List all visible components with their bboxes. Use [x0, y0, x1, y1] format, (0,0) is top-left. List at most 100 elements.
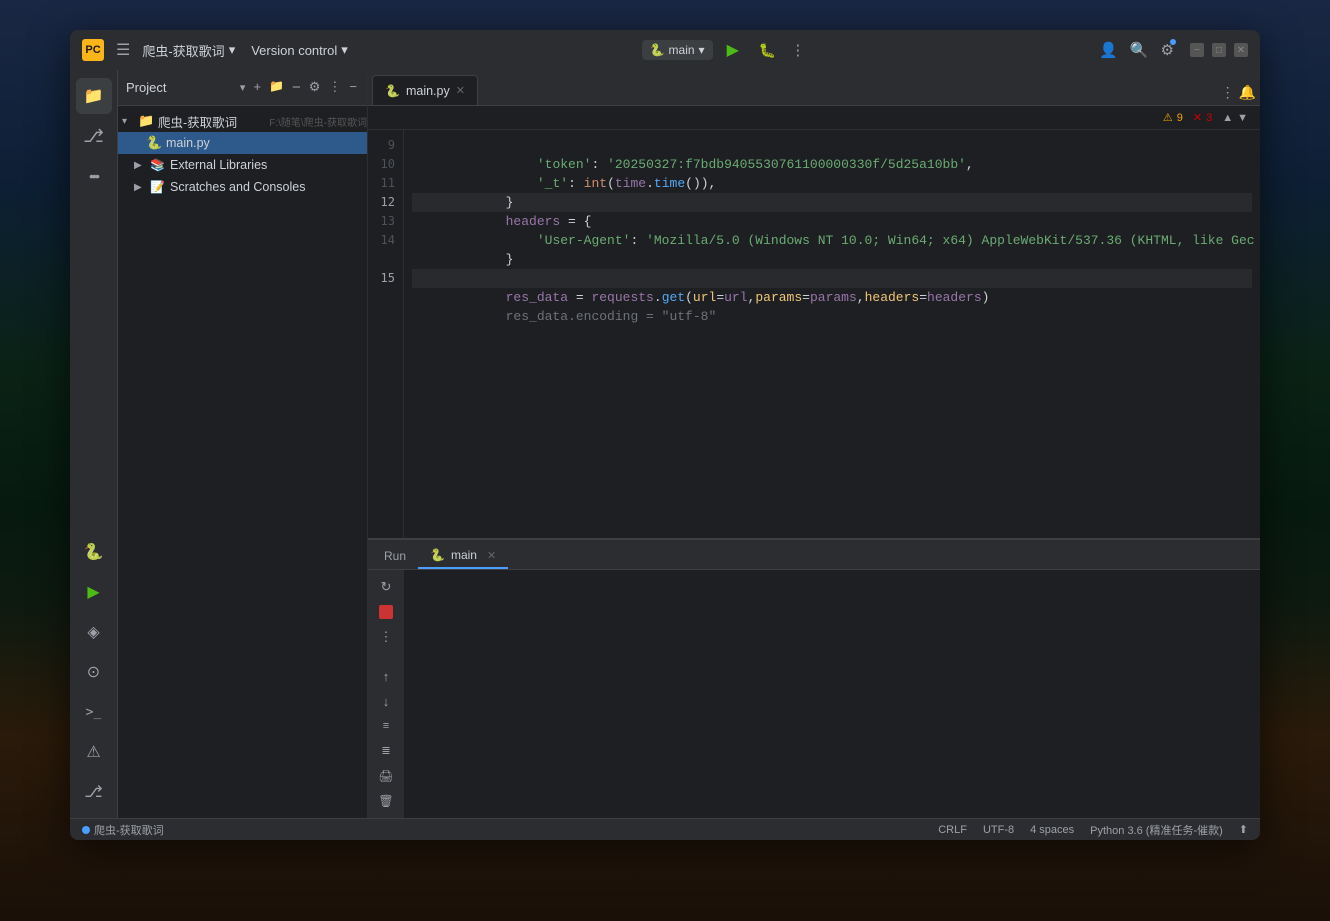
title-bar: PC ☰ 爬虫-获取歌词 ▾ Version control ▾ 🐍 main … [70, 30, 1260, 70]
tab-more-button[interactable]: ⋮ [1221, 84, 1235, 101]
code-line-9: 'token': '20250327:f7bdb9405530761100000… [412, 136, 1252, 155]
terminal-icon: >_ [86, 705, 102, 720]
run-scroll-down-button[interactable]: ↓ [375, 692, 397, 711]
run-filter-button[interactable]: ≡ [375, 716, 397, 735]
sidebar-item-terminal[interactable]: >_ [76, 694, 112, 730]
tree-item-mainpy[interactable]: 🐍 main.py [118, 132, 367, 154]
app-logo: PC [82, 39, 104, 61]
sidebar-item-run[interactable]: ▶ [76, 574, 112, 610]
project-title-btn[interactable]: 爬虫-获取歌词 ▾ [142, 41, 235, 60]
folder-root-icon: 📁 [138, 113, 154, 129]
panel-settings-button[interactable]: ⚙ [307, 77, 323, 98]
run-tab-main-label: main [451, 548, 477, 562]
panel-minimize-button[interactable]: − [347, 77, 359, 98]
settings-button[interactable]: ⚙ [1161, 41, 1174, 59]
hamburger-menu[interactable]: ☰ [112, 38, 134, 62]
error-icon: ✕ [1193, 111, 1202, 124]
line-num-13: 13 [368, 212, 403, 231]
run-print-button[interactable]: 🖨 [375, 766, 397, 785]
maximize-button[interactable]: □ [1212, 43, 1226, 57]
tree-item-scratches[interactable]: ▶ 📝 Scratches and Consoles [118, 176, 367, 198]
tab-bar-actions: ⋮ 🔔 [1221, 84, 1256, 105]
tree-item-external-libs[interactable]: ▶ 📚 External Libraries [118, 154, 367, 176]
debug-button[interactable]: 🐛 [753, 40, 782, 61]
fold-down-icon[interactable]: ▼ [1237, 112, 1248, 124]
scratches-icon: 📝 [150, 180, 166, 194]
tree-arrow-root: ▾ [122, 116, 134, 127]
run-more-button[interactable]: ⋮ [375, 628, 397, 647]
warnings-badge[interactable]: ⚠ 9 ✕ 3 ▲ ▼ [1163, 111, 1248, 124]
run-stop-button[interactable] [375, 603, 397, 622]
run-filter-active-button[interactable]: ≣ [375, 741, 397, 760]
line-num-9: 9 [368, 136, 403, 155]
services-icon: ⊙ [87, 662, 100, 682]
run-panel-body: ↻ ⋮ ↑ ↓ ≡ ≣ 🖨 🗑 [368, 570, 1260, 818]
run-button[interactable]: ▶ [721, 38, 745, 62]
project-panel-title: Project [126, 80, 234, 95]
project-panel: Project ▾ + 📁 − ⚙ ⋮ − ▾ 📁 爬虫-获取歌词 F:\随 [118, 70, 368, 818]
branch-selector[interactable]: 🐍 main ▾ [642, 40, 713, 60]
warning-count: 9 [1177, 112, 1183, 124]
collapse-all-button[interactable]: − [290, 77, 303, 98]
run-restart-button[interactable]: ↻ [375, 578, 397, 597]
search-button[interactable]: 🔍 [1130, 41, 1149, 59]
sidebar-item-git-bottom[interactable]: ⎇ [76, 774, 112, 810]
profile-button[interactable]: 👤 [1099, 41, 1118, 59]
line-num-10: 10 [368, 155, 403, 174]
error-count: 3 [1206, 112, 1212, 124]
run-output-area[interactable] [404, 570, 1260, 818]
run-clear-button[interactable]: 🗑 [375, 791, 397, 810]
code-line-blank [412, 250, 1252, 269]
status-encoding[interactable]: CRLF [938, 824, 967, 836]
editor-body: 9 10 11 12 13 14 15 'token': '20250327:f… [368, 130, 1260, 538]
editor-tab-bar: 🐍 main.py ✕ ⋮ 🔔 [368, 70, 1260, 106]
sidebar-item-git[interactable]: ⎇ [76, 118, 112, 154]
line-num-next [368, 288, 403, 307]
status-indent[interactable]: 4 spaces [1030, 824, 1074, 836]
status-interpreter[interactable]: Python 3.6 (精准任务-催款) [1090, 822, 1223, 838]
version-control-btn[interactable]: Version control ▾ [251, 42, 348, 58]
python-file-icon: 🐍 [146, 135, 162, 151]
status-right: CRLF UTF-8 4 spaces Python 3.6 (精准任务-催款)… [938, 822, 1248, 838]
tree-arrow-extlibs: ▶ [134, 160, 146, 171]
more-actions-button[interactable]: ⋮ [790, 41, 805, 59]
sidebar-item-more[interactable]: ••• [76, 158, 112, 194]
project-name: 爬虫-获取歌词 [142, 41, 224, 60]
sidebar-item-problems[interactable]: ⚠ [76, 734, 112, 770]
panel-more-button[interactable]: ⋮ [326, 77, 343, 98]
run-scroll-up-button[interactable]: ↑ [375, 667, 397, 686]
ide-window: PC ☰ 爬虫-获取歌词 ▾ Version control ▾ 🐍 main … [70, 30, 1260, 840]
code-editor[interactable]: 'token': '20250327:f7bdb9405530761100000… [404, 130, 1260, 538]
new-file-button[interactable]: + [251, 77, 263, 98]
minimize-button[interactable]: − [1190, 43, 1204, 57]
title-bar-actions: 👤 🔍 ⚙ [1099, 41, 1174, 59]
sidebar-item-python-packages[interactable]: 🐍 [76, 534, 112, 570]
line-numbers: 9 10 11 12 13 14 15 [368, 130, 404, 538]
tree-item-root[interactable]: ▾ 📁 爬虫-获取歌词 F:\随笔\爬虫-获取歌词 [118, 110, 367, 132]
run-tab-close-button[interactable]: ✕ [487, 549, 496, 562]
sidebar-item-layers[interactable]: ◈ [76, 614, 112, 650]
notification-button[interactable]: 🔔 [1239, 84, 1256, 101]
status-branch[interactable]: 爬虫-获取歌词 [94, 822, 164, 838]
sidebar-item-project[interactable]: 📁 [76, 78, 112, 114]
new-folder-button[interactable]: 📁 [267, 77, 286, 98]
run-tab-main[interactable]: 🐍 main ✕ [418, 543, 508, 569]
run-tab-run[interactable]: Run [372, 543, 418, 569]
project-chevron-icon: ▾ [229, 42, 236, 58]
tab-python-icon: 🐍 [385, 84, 400, 98]
tab-close-button[interactable]: ✕ [456, 84, 465, 97]
status-charset[interactable]: UTF-8 [983, 824, 1014, 836]
tree-root-path: F:\随笔\爬虫-获取歌词 [269, 114, 367, 129]
branch-chevron-icon: ▾ [699, 43, 705, 57]
status-share-button[interactable]: ⬆ [1239, 823, 1248, 836]
panel-actions: + 📁 − ⚙ ⋮ − [251, 77, 359, 98]
tab-mainpy[interactable]: 🐍 main.py ✕ [372, 75, 478, 105]
sidebar-item-services[interactable]: ⊙ [76, 654, 112, 690]
run-tab-label: Run [384, 549, 406, 563]
tree-mainpy-label: main.py [166, 136, 367, 150]
status-left: 爬虫-获取歌词 [82, 822, 164, 838]
line-num-blank [368, 250, 403, 269]
python-icon-small: 🐍 [650, 43, 665, 57]
fold-up-icon[interactable]: ▲ [1222, 112, 1233, 124]
close-button[interactable]: ✕ [1234, 43, 1248, 57]
